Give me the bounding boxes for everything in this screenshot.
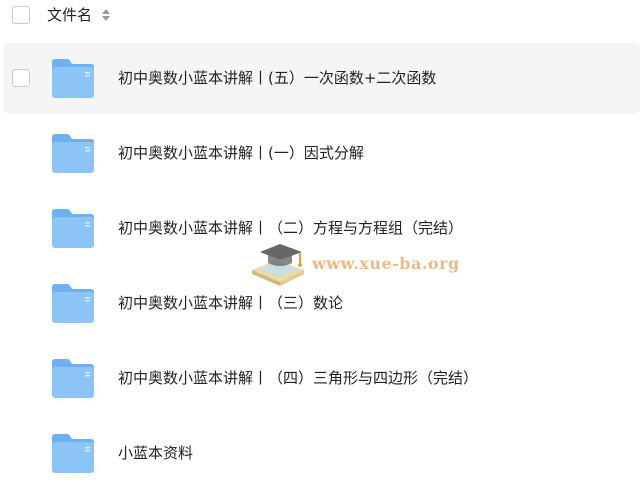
watermark-text: www.xue-ba.org bbox=[312, 254, 460, 273]
folder-icon bbox=[52, 209, 94, 248]
graduation-cap-book-icon bbox=[252, 244, 304, 286]
row-checkbox[interactable] bbox=[12, 69, 30, 87]
folder-icon bbox=[52, 434, 94, 473]
folder-name[interactable]: 初中奥数小蓝本讲解丨(五）一次函数+二次函数 bbox=[118, 67, 436, 89]
file-row[interactable]: 小蓝本资料 bbox=[0, 417, 640, 489]
folder-icon bbox=[52, 134, 94, 173]
folder-name[interactable]: 小蓝本资料 bbox=[118, 442, 193, 464]
folder-icon bbox=[52, 359, 94, 398]
folder-icon bbox=[52, 284, 94, 323]
watermark: www.xue-ba.org bbox=[246, 236, 461, 288]
sort-updown-icon[interactable] bbox=[101, 8, 111, 22]
filename-column-header[interactable]: 文件名 bbox=[47, 5, 92, 25]
folder-icon bbox=[52, 59, 94, 98]
file-row[interactable]: 初中奥数小蓝本讲解丨（四）三角形与四边形（完结） bbox=[0, 342, 640, 414]
folder-name[interactable]: 初中奥数小蓝本讲解丨(一）因式分解 bbox=[118, 142, 364, 164]
file-list-header: 文件名 bbox=[0, 0, 640, 32]
folder-name[interactable]: 初中奥数小蓝本讲解丨（四）三角形与四边形（完结） bbox=[118, 367, 478, 389]
file-row[interactable]: 初中奥数小蓝本讲解丨(一）因式分解 bbox=[0, 117, 640, 189]
select-all-checkbox[interactable] bbox=[12, 6, 30, 24]
file-row[interactable]: 初中奥数小蓝本讲解丨(五）一次函数+二次函数 bbox=[3, 42, 640, 114]
folder-name[interactable]: 初中奥数小蓝本讲解丨（三）数论 bbox=[118, 292, 343, 314]
